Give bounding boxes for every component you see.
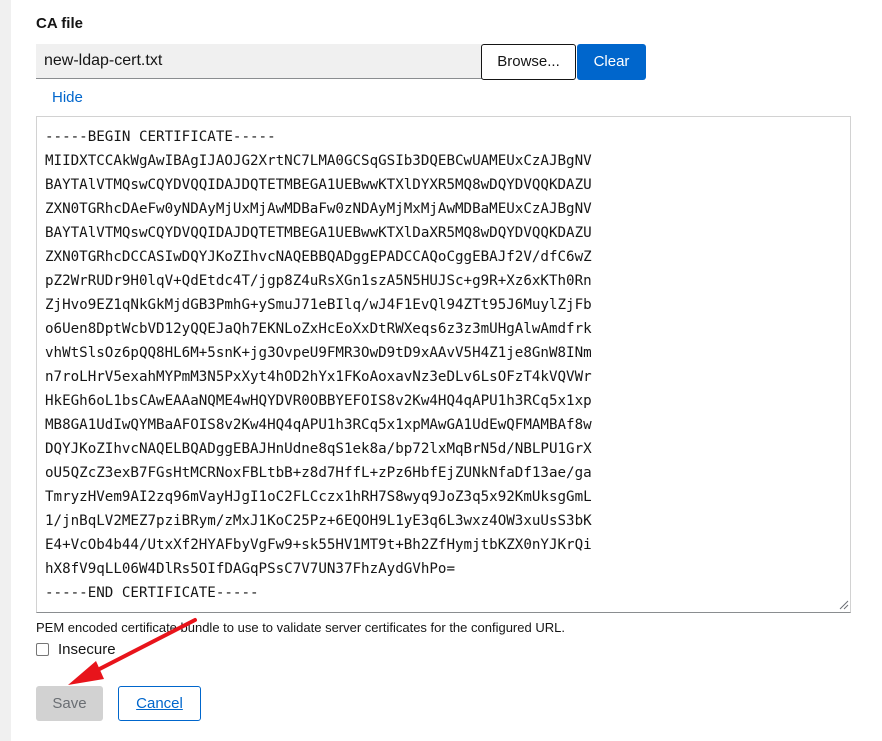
certificate-line: hX8fV9qLL06W4DlRs5OIfDAGqPSsC7V7UN37FhzA…: [45, 561, 455, 577]
certificate-line: -----BEGIN CERTIFICATE-----: [45, 129, 276, 145]
certificate-line: TmryzHVem9AI2zq96mVayHJgI1oC2FLCczx1hRH7…: [45, 489, 592, 505]
certificate-line: pZ2WrRUDr9H0lqV+QdEtdc4T/jgp8Z4uRsXGn1sz…: [45, 273, 592, 289]
browse-button[interactable]: Browse...: [481, 44, 576, 80]
certificate-line: vhWtSlsOz6pQQ8HL6M+5snK+jg3OvpeU9FMR3OwD…: [45, 345, 592, 361]
certificate-line: ZXN0TGRhcDCCASIwDQYJKoZIhvcNAQEBBQADggEP…: [45, 249, 592, 265]
certificate-line: -----END CERTIFICATE-----: [45, 585, 259, 601]
certificate-line: 1/jnBqLV2MEZ7pziBRym/zMxJ1KoC25Pz+6EQOH9…: [45, 513, 592, 529]
resize-handle-icon[interactable]: [839, 600, 849, 610]
certificate-line: E4+VcOb4b44/UtxXf2HYAFbyVgFw9+sk55HV1MT9…: [45, 537, 592, 553]
insecure-checkbox[interactable]: [36, 643, 49, 656]
certificate-line: DQYJKoZIhvcNAQELBQADggEBAJHnUdne8qS1ek8a…: [45, 441, 592, 457]
insecure-label: Insecure: [58, 641, 116, 658]
certificate-line: o6Uen8DptWcbVD12yQQEJaQh7EKNLoZxHcEoXxDt…: [45, 321, 592, 337]
certificate-line: MB8GA1UdIwQYMBaAFOIS8v2Kw4HQ4qAPU1h3RCq5…: [45, 417, 592, 433]
certificate-line: ZjHvo9EZ1qNkGkMjdGB3PmhG+ySmuJ71eBIlq/wJ…: [45, 297, 592, 313]
certificate-line: oU5QZcZ3exB7FGsHtMCRNoxFBLtbB+z8d7HffL+z…: [45, 465, 592, 481]
certificate-line: n7roLHrV5exahMYPmM3N5PxXyt4hOD2hYx1FKoAo…: [45, 369, 592, 385]
filename-input[interactable]: new-ldap-cert.txt: [36, 44, 482, 79]
certificate-textarea[interactable]: -----BEGIN CERTIFICATE----- MIIDXTCCAkWgA…: [36, 116, 851, 613]
certificate-line: MIIDXTCCAkWgAwIBAgIJAOJG2XrtNC7LMA0GCSqG…: [45, 153, 592, 169]
certificate-line: HkEGh6oL1bsCAwEAAaNQME4wHQYDVR0OBBYEFOIS…: [45, 393, 592, 409]
cancel-button[interactable]: Cancel: [118, 686, 201, 721]
hide-link[interactable]: Hide: [52, 89, 83, 106]
page-left-border: [0, 0, 11, 741]
clear-button[interactable]: Clear: [577, 44, 646, 80]
save-button[interactable]: Save: [36, 686, 103, 721]
helper-text: PEM encoded certificate bundle to use to…: [36, 620, 565, 635]
certificate-line: ZXN0TGRhcDAeFw0yNDAyMjUxMjAwMDBaFw0zNDAy…: [45, 201, 592, 217]
ca-file-label: CA file: [36, 15, 83, 32]
certificate-line: BAYTAlVTMQswCQYDVQQIDAJDQTETMBEGA1UEBwwK…: [45, 177, 592, 193]
certificate-line: BAYTAlVTMQswCQYDVQQIDAJDQTETMBEGA1UEBwwK…: [45, 225, 592, 241]
